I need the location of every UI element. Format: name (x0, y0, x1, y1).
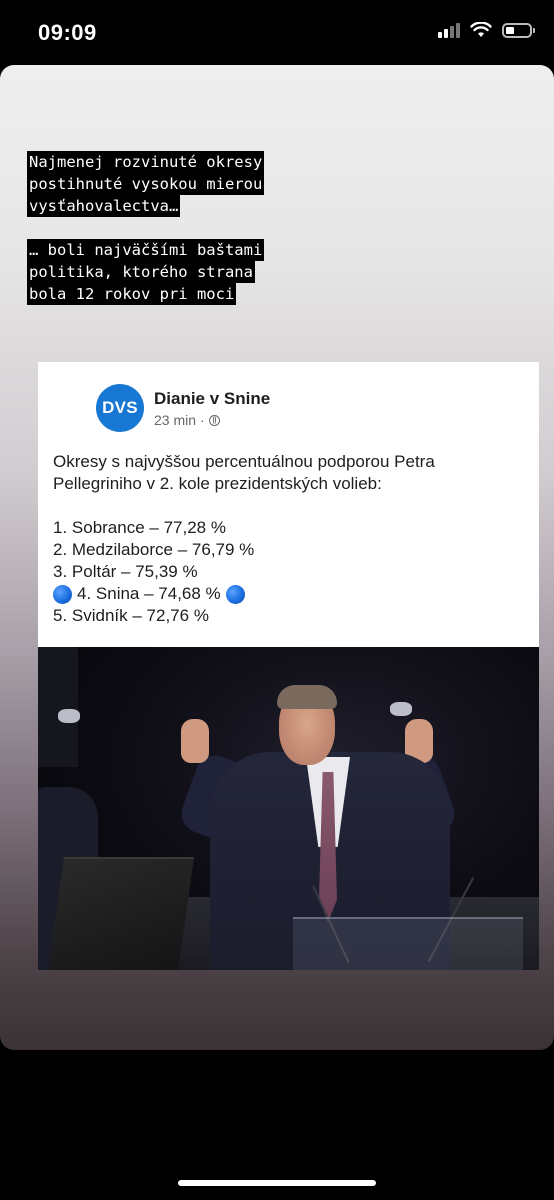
status-bar: 09:09 (0, 0, 554, 66)
list-item: 5. Svidník – 72,76 % (53, 606, 209, 625)
meta-separator: · (200, 412, 205, 428)
post-body: Okresy s najvyššou percentuálnou podporo… (53, 451, 523, 627)
cellular-signal-icon (438, 22, 460, 38)
globe-icon (208, 414, 220, 426)
home-indicator[interactable] (178, 1180, 376, 1186)
post-meta: 23 min · (154, 412, 220, 428)
page-name[interactable]: Dianie v Snine (154, 389, 270, 409)
post-time: 23 min (154, 412, 197, 428)
caption-line: postihnuté vysokou mierou (27, 173, 265, 195)
story-card[interactable]: Najmenej rozvinuté okresy postihnuté vys… (0, 65, 554, 1050)
list-item: 1. Sobrance – 77,28 % (53, 518, 226, 537)
caption-line: bola 12 rokov pri moci (27, 283, 237, 305)
shared-post[interactable]: DVS Dianie v Snine 23 min · Okresy s naj… (38, 362, 539, 970)
list-item: 2. Medzilaborce – 76,79 % (53, 540, 255, 559)
results-list: 1. Sobrance – 77,28 % 2. Medzilaborce – … (53, 517, 523, 627)
blue-circle-emoji-icon (53, 584, 72, 604)
post-photo[interactable] (38, 647, 539, 970)
caption-line: … boli najväčšími baštami (27, 239, 265, 261)
caption-line: politika, ktorého strana (27, 261, 255, 283)
wifi-icon (470, 22, 492, 37)
story-caption: Najmenej rozvinuté okresy postihnuté vys… (27, 151, 265, 305)
caption-line: Najmenej rozvinuté okresy (27, 151, 265, 173)
list-item: 3. Poltár – 75,39 % (53, 562, 198, 581)
status-time: 09:09 (38, 20, 97, 45)
blue-circle-emoji-icon (225, 584, 245, 604)
battery-icon (502, 22, 535, 38)
page-avatar[interactable]: DVS (96, 384, 144, 432)
status-icons (438, 22, 535, 38)
post-intro: Okresy s najvyššou percentuálnou podporo… (53, 452, 435, 493)
caption-line: vysťahovalectva… (27, 195, 181, 217)
list-item: 4. Snina – 74,68 % (53, 583, 523, 605)
